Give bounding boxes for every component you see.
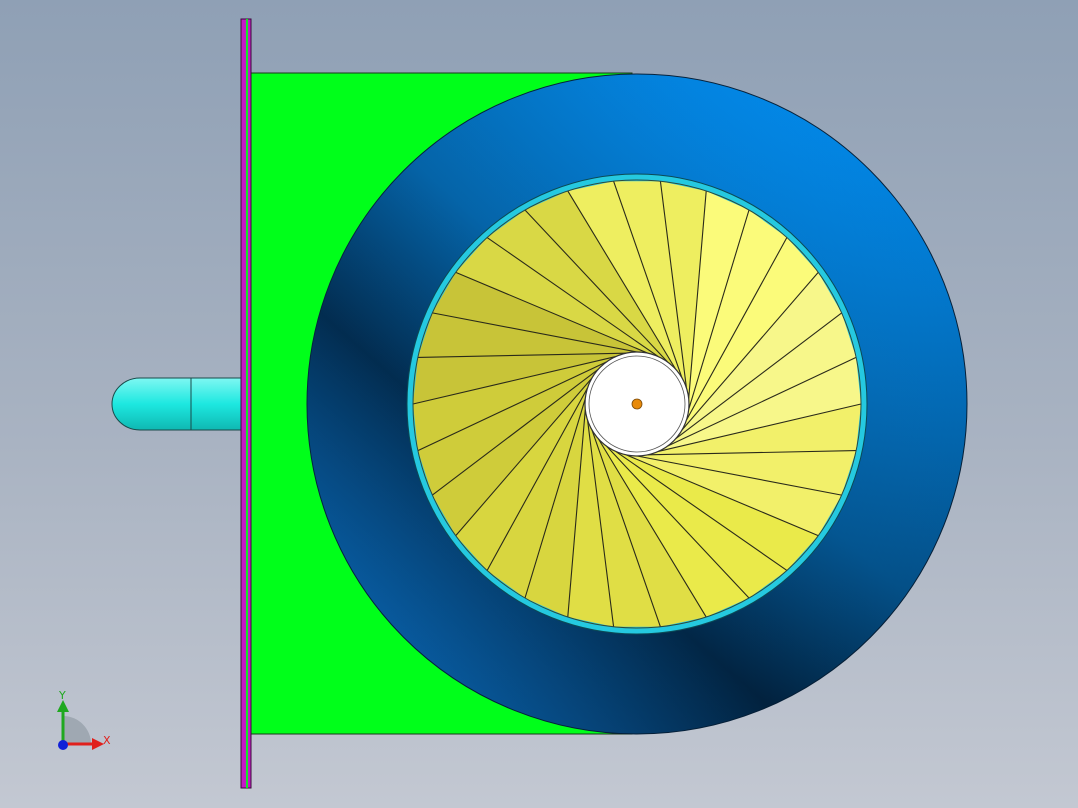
flange-plate[interactable]: [240, 18, 252, 789]
z-axis-dot: [58, 740, 68, 750]
outlet-pipe[interactable]: [111, 377, 243, 431]
y-axis-label: Y: [58, 689, 66, 702]
model-canvas[interactable]: Y X: [0, 0, 1078, 808]
triad-plane: [63, 716, 91, 744]
x-axis-label: X: [103, 734, 111, 747]
center-point: [631, 398, 643, 410]
coordinate-triad: Y X: [57, 689, 111, 750]
cad-viewport[interactable]: Y X: [0, 0, 1078, 808]
